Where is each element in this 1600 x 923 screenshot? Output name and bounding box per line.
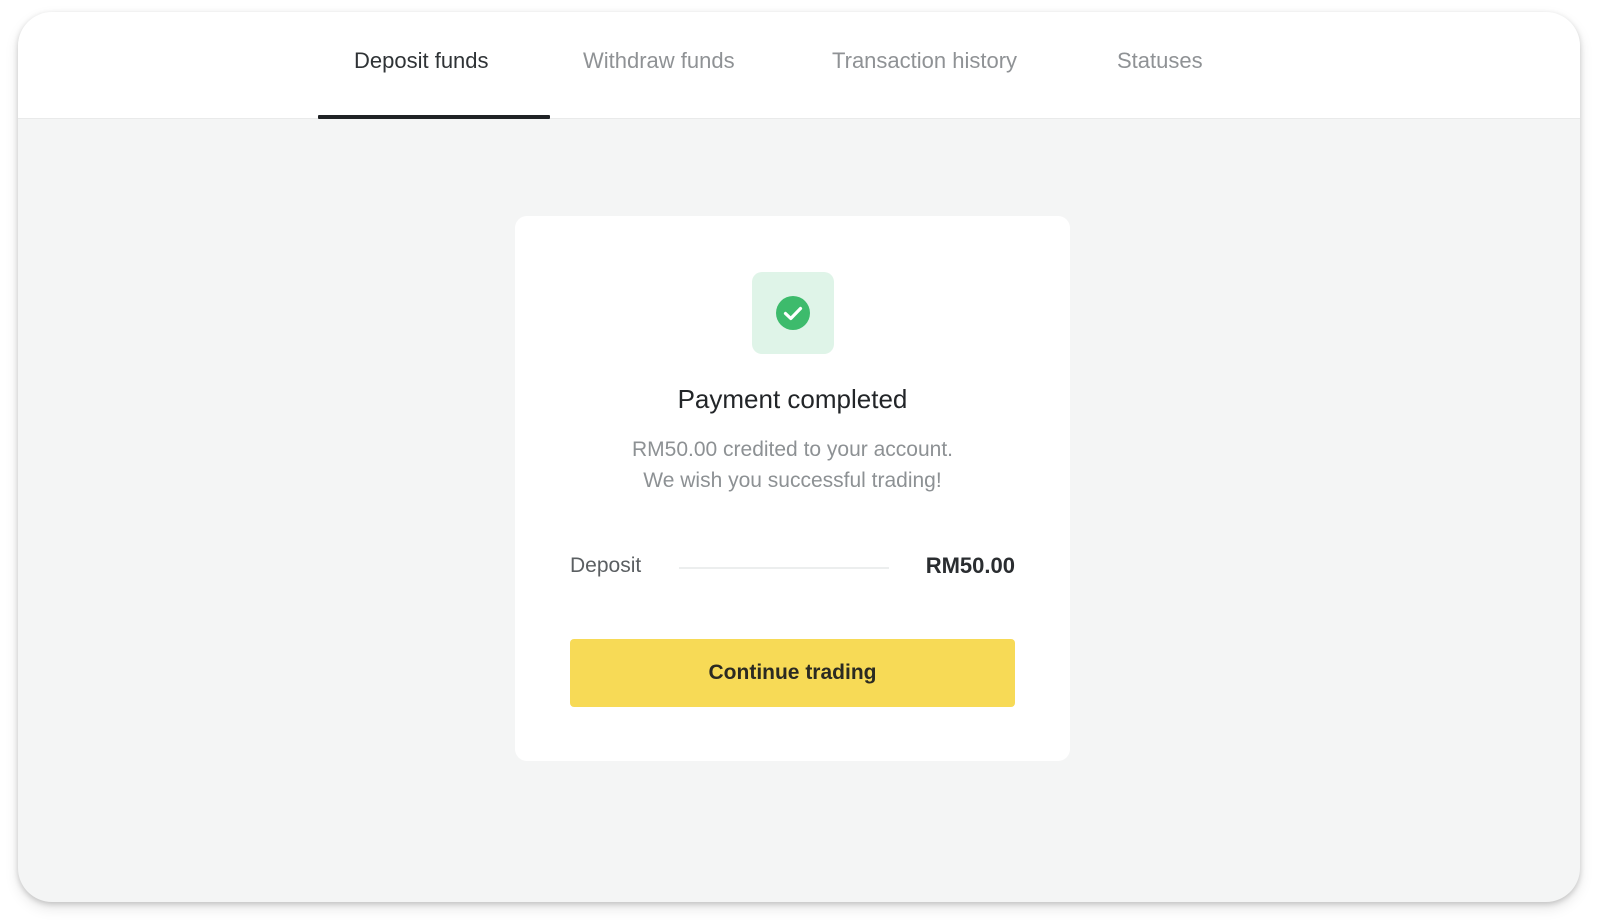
app-window: Deposit funds Withdraw funds Transaction… bbox=[18, 12, 1580, 902]
tab-bar: Deposit funds Withdraw funds Transaction… bbox=[18, 12, 1580, 119]
deposit-label: Deposit bbox=[570, 554, 642, 577]
deposit-amount: RM50.00 bbox=[925, 553, 1015, 578]
tab-transaction-history[interactable]: Transaction history bbox=[832, 48, 1017, 74]
payment-status-title: Payment completed bbox=[677, 384, 908, 414]
tab-withdraw-funds[interactable]: Withdraw funds bbox=[583, 48, 735, 74]
deposit-row-divider bbox=[679, 567, 889, 569]
wish-message: We wish you successful trading! bbox=[643, 469, 942, 492]
continue-trading-button[interactable]: Continue trading bbox=[570, 639, 1015, 707]
active-tab-indicator bbox=[318, 115, 550, 119]
check-circle-icon bbox=[776, 296, 810, 330]
credited-message: RM50.00 credited to your account. bbox=[631, 438, 953, 461]
success-icon-container bbox=[752, 272, 834, 354]
payment-result-card: Payment completed RM50.00 credited to yo… bbox=[515, 216, 1070, 761]
tab-statuses[interactable]: Statuses bbox=[1117, 48, 1203, 74]
tab-deposit-funds[interactable]: Deposit funds bbox=[354, 48, 489, 74]
